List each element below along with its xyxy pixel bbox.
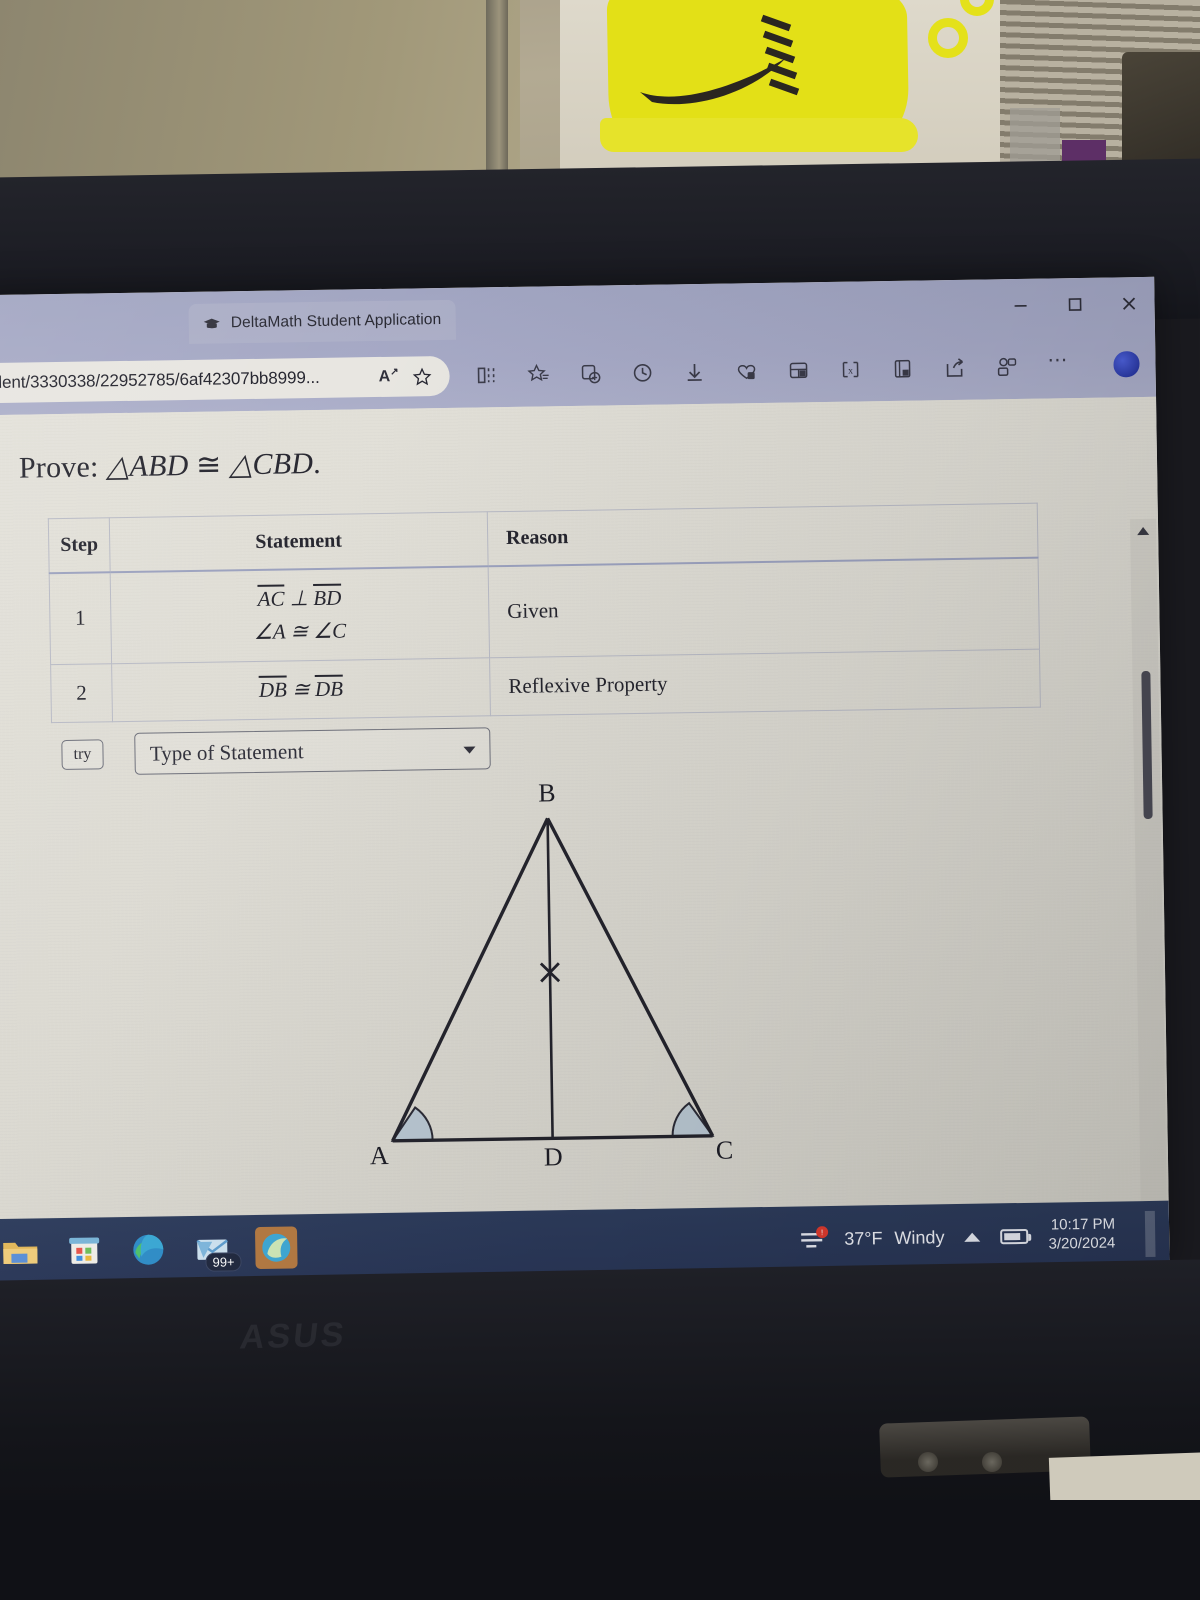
hinge-screw	[918, 1452, 938, 1472]
congruent-symbol: ≅	[195, 448, 230, 482]
segment-db-right: DB	[314, 676, 344, 702]
minimize-icon[interactable]	[1010, 295, 1030, 315]
taskbar-app-icons: 99+	[0, 1226, 298, 1273]
file-explorer-icon[interactable]	[0, 1230, 42, 1273]
apps-icon[interactable]	[787, 359, 809, 381]
maximize-icon[interactable]	[1064, 294, 1084, 314]
header-reason: Reason	[487, 503, 1039, 566]
table-row: 1 AC ⊥ BD ∠A ≅ ∠C Given	[49, 557, 1040, 665]
empty-reason-cell	[490, 707, 1041, 780]
graduation-cap-icon	[203, 317, 221, 330]
svg-text:x: x	[848, 366, 853, 377]
firefox-icon[interactable]	[254, 1226, 298, 1270]
step-number: 2	[50, 663, 113, 723]
profile-icon[interactable]	[995, 356, 1017, 378]
screenshot-icon[interactable]: x	[839, 358, 861, 380]
window-controls	[1010, 293, 1138, 315]
vertex-label-c: C	[715, 1135, 734, 1165]
more-options-icon[interactable]: ⋯	[1047, 349, 1069, 377]
try-button[interactable]: try	[61, 739, 104, 770]
history-icon[interactable]	[631, 362, 653, 384]
read-aloud-toolbar-icon[interactable]	[891, 358, 913, 380]
browser-essentials-icon[interactable]	[735, 360, 757, 382]
statement-select-cell: Type of Statement	[112, 716, 492, 786]
statement-cell: DB ≅ DB	[111, 657, 491, 722]
favorites-icon[interactable]	[527, 363, 549, 385]
statement-cell: AC ⊥ BD ∠A ≅ ∠C	[110, 565, 490, 664]
show-hidden-icons-icon[interactable]	[964, 1232, 981, 1242]
sneaker-laces-icon	[760, 14, 800, 96]
header-statement: Statement	[109, 511, 488, 572]
segment-ac: AC	[257, 586, 285, 612]
door-frame	[486, 0, 508, 186]
microsoft-store-icon[interactable]	[63, 1229, 106, 1272]
vertex-label-d: D	[543, 1142, 563, 1172]
two-column-proof-table: Step Statement Reason 1 AC ⊥ BD ∠A ≅ ∠C …	[48, 503, 1042, 787]
browser-tab-deltamath[interactable]: DeltaMath Student Application	[188, 299, 456, 344]
read-aloud-icon[interactable]: A↗	[379, 367, 399, 387]
page-scrollbar[interactable]	[1129, 518, 1170, 1286]
prove-prefix: Prove:	[18, 450, 99, 485]
prove-triangle-1: △ABD	[105, 448, 189, 484]
show-desktop-button[interactable]	[1144, 1210, 1156, 1258]
browser-chrome: DeltaMath Student Application /student/3…	[0, 276, 1157, 416]
star-icon[interactable]	[412, 367, 432, 386]
statement-line-2: ∠A ≅ ∠C	[253, 618, 347, 644]
triangle-diagram: B A D C	[312, 778, 788, 1190]
segment-bd: BD	[313, 585, 342, 611]
browser-toolbar: x ⋯	[475, 346, 1070, 395]
chevron-down-icon[interactable]	[463, 746, 476, 754]
try-button-cell: try	[52, 722, 114, 787]
segment-db-left: DB	[258, 677, 288, 703]
asus-logo: ASUS	[237, 1315, 349, 1357]
clock-time: 10:17 PM	[1050, 1215, 1116, 1234]
close-icon[interactable]	[1118, 293, 1138, 313]
split-screen-icon[interactable]	[475, 364, 497, 386]
weather-condition: Windy	[894, 1226, 945, 1248]
downloads-icon[interactable]	[683, 361, 705, 383]
clock[interactable]: 10:17 PM 3/20/2024	[1048, 1216, 1115, 1255]
reason-cell: Reflexive Property	[489, 649, 1041, 716]
hinge-screw	[982, 1452, 1002, 1472]
tab-title: DeltaMath Student Application	[230, 310, 442, 332]
nike-sneaker-poster	[560, 0, 1000, 186]
system-tray: ! 37°F Windy 10:17 PM 3/20/2024	[798, 1210, 1170, 1263]
reason-cell: Given	[487, 557, 1040, 658]
select-placeholder: Type of Statement	[149, 738, 304, 766]
prove-triangle-2: △CBD	[228, 447, 314, 482]
step-number: 1	[49, 571, 112, 665]
prove-statement: Prove: △ABD ≅ △CBD.	[19, 446, 321, 486]
type-of-statement-select[interactable]: Type of Statement	[134, 727, 492, 775]
share-icon[interactable]	[943, 357, 965, 379]
weather-widget[interactable]: ! 37°F Windy	[798, 1224, 945, 1252]
foreground-shadow	[0, 1500, 1200, 1600]
deltamath-page: Prove: △ABD ≅ △CBD. Step Statement Reaso…	[0, 396, 1170, 1286]
scroll-thumb[interactable]	[1141, 670, 1153, 820]
vertex-label-b: B	[537, 778, 556, 808]
congruent-symbol: ≅	[291, 677, 310, 702]
url-text[interactable]: /student/3330338/22952785/6af42307bb8999…	[0, 367, 365, 393]
windy-icon: !	[798, 1226, 832, 1253]
scroll-up-icon[interactable]	[1137, 526, 1150, 536]
laptop-screen: DeltaMath Student Application /student/3…	[0, 276, 1170, 1286]
collections-icon[interactable]	[579, 362, 601, 384]
perpendicular-symbol: ⊥	[289, 586, 309, 611]
vertex-label-a: A	[369, 1140, 389, 1171]
photo-of-laptop-screen: DeltaMath Student Application /student/3…	[0, 0, 1200, 1600]
battery-icon[interactable]	[1000, 1228, 1029, 1244]
svg-text:!: !	[821, 1228, 823, 1237]
poster-circle-decoration	[928, 18, 968, 58]
mail-icon[interactable]: 99+	[191, 1227, 242, 1272]
header-step: Step	[48, 517, 111, 573]
copilot-icon[interactable]	[1113, 351, 1140, 378]
sneaker-sole	[600, 118, 918, 152]
prove-period: .	[312, 446, 322, 481]
clock-date: 3/20/2024	[1048, 1234, 1116, 1253]
edge-icon[interactable]	[127, 1228, 170, 1271]
mail-unread-badge: 99+	[205, 1252, 242, 1272]
weather-temperature: 37°F	[844, 1227, 883, 1249]
address-bar[interactable]: /student/3330338/22952785/6af42307bb8999…	[0, 355, 450, 404]
statement-line-1: DB ≅ DB	[112, 671, 489, 709]
